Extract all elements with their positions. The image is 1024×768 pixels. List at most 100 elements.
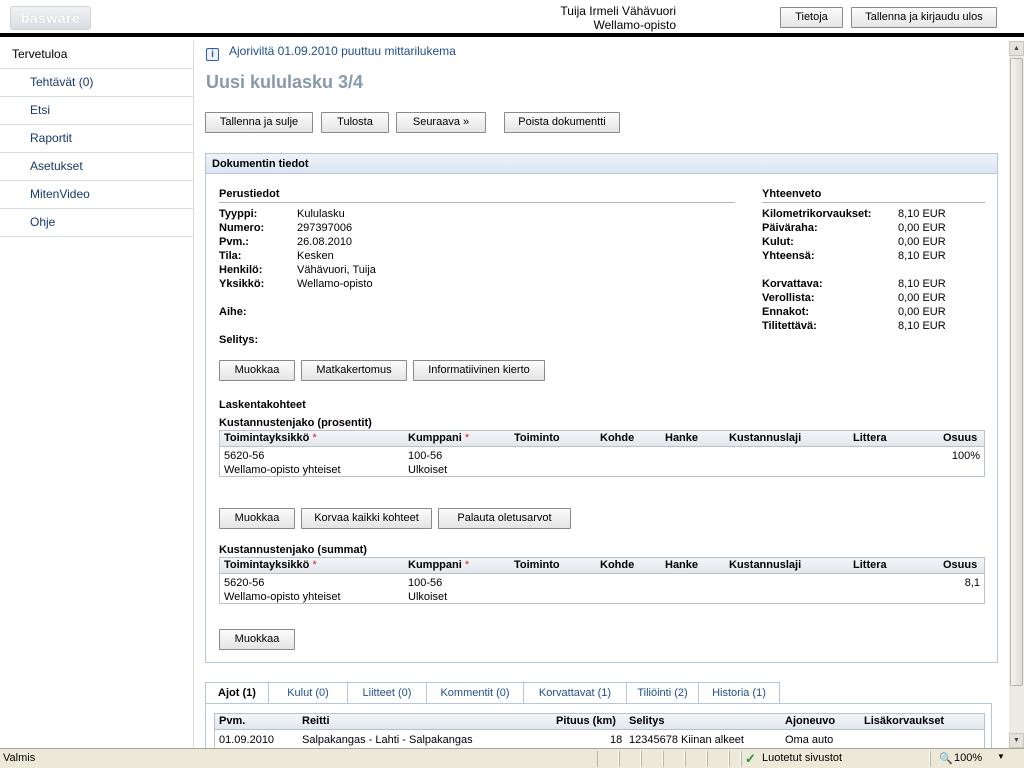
scroll-down-icon[interactable]: ▼ [1009, 733, 1024, 748]
unit-label: Yksikkö: [219, 278, 265, 290]
zoom-control[interactable]: 🔍 100% ▼ [930, 751, 1024, 767]
summary-divider [762, 202, 985, 203]
percent-split-table: Toimintayksikkö * Kumppani * Toiminto Ko… [219, 430, 985, 477]
nav-settings[interactable]: Asetukset [0, 153, 193, 181]
col-function: Toiminto [514, 432, 560, 444]
chevron-down-icon: ▼ [997, 752, 1005, 761]
nav-tasks[interactable]: Tehtävät (0) [0, 69, 193, 97]
zoom-level: 100% [954, 752, 983, 764]
col-target: Kohde [600, 559, 635, 571]
col-function: Toiminto [514, 559, 560, 571]
row-unit-code: 5620-56 [224, 450, 265, 462]
user-info: Tuija Irmeli Vähävuori Wellamo-opisto [560, 4, 676, 32]
status-cell [729, 751, 741, 767]
row-partner-name: Ulkoiset [408, 591, 448, 603]
trip-route: Salpakangas - Lahti - Salpakangas [302, 734, 473, 746]
row-partner-code: 100-56 [408, 577, 443, 589]
trips-table: Pvm. Reitti Pituus (km) Selitys Ajoneuvo… [214, 713, 985, 748]
travel-report-button[interactable]: Matkakertomus [301, 360, 407, 381]
col-project: Hanke [665, 432, 699, 444]
document-details-panel: Dokumentin tiedot Perustiedot Tyyppi: Ku… [205, 153, 998, 663]
status-text: Valmis [3, 752, 36, 764]
tab-trips[interactable]: Ajot (1) [205, 682, 269, 704]
total-label: Yhteensä: [762, 250, 815, 262]
expenses-label: Kulut: [762, 236, 794, 248]
vertical-scrollbar[interactable]: ▲ ▼ [1009, 41, 1024, 748]
edit-basic-info-button[interactable]: Muokkaa [219, 360, 295, 381]
notice: i Ajoriviltä 01.09.2010 puuttuu mittarilu… [206, 43, 456, 61]
date-value: 26.08.2010 [297, 236, 353, 248]
tab-accounting[interactable]: Tiliöinti (2) [626, 682, 699, 704]
status-label: Tila: [219, 250, 242, 262]
row-share: 100% [951, 450, 980, 462]
nav-home[interactable]: Tervetuloa [0, 41, 193, 69]
col-littera: Littera [853, 432, 887, 444]
zone-label: Luotetut sivustot [762, 752, 843, 764]
col-project: Hanke [665, 559, 699, 571]
security-zone[interactable]: ✓ Luotetut sivustot [741, 751, 930, 767]
col-unit: Toimintayksikkö * [224, 559, 317, 571]
informative-circulation-button[interactable]: Informatiivinen kierto [413, 360, 545, 381]
nav-search[interactable]: Etsi [0, 97, 193, 125]
save-and-close-button[interactable]: Tallenna ja sulje [205, 112, 313, 133]
left-navigation: Tervetuloa Tehtävät (0) Etsi Raportit As… [0, 41, 194, 748]
page-title: Uusi kululasku 3/4 [206, 72, 364, 92]
col-share: Osuus [943, 432, 978, 444]
col-extra: Lisäkorvaukset [864, 715, 945, 727]
status-value: Kesken [297, 250, 334, 262]
scrollbar-thumb[interactable] [1010, 58, 1023, 686]
number-value: 297397006 [297, 222, 353, 234]
advances-label: Ennakot: [762, 306, 810, 318]
status-cell [597, 751, 619, 767]
trips-header: Pvm. Reitti Pituus (km) Selitys Ajoneuvo… [215, 714, 984, 730]
detail-tabs: Ajot (1) Kulut (0) Liitteet (0) Kommenti… [205, 682, 992, 704]
tab-reimbursables[interactable]: Korvattavat (1) [523, 682, 627, 704]
browser-status-bar: Valmis ✓ Luotetut sivustot 🔍 100% ▼ [0, 748, 1024, 768]
next-button[interactable]: Seuraava » [396, 112, 486, 133]
scroll-up-icon[interactable]: ▲ [1009, 41, 1024, 56]
trip-length: 18 [610, 734, 623, 746]
app-header: basware Tuija Irmeli Vähävuori Wellamo-o… [0, 0, 1024, 37]
sum-split-header: Toimintayksikkö * Kumppani * Toiminto Ko… [220, 558, 984, 574]
row-partner-code: 100-56 [408, 450, 443, 462]
col-partner: Kumppani * [408, 559, 470, 571]
edit-sum-split-button[interactable]: Muokkaa [219, 629, 295, 650]
tab-history[interactable]: Historia (1) [698, 682, 780, 704]
status-cell [663, 751, 685, 767]
save-and-logout-button[interactable]: Tallenna ja kirjaudu ulos [851, 7, 997, 28]
nav-help[interactable]: Ohje [0, 209, 193, 237]
nav-video-help[interactable]: MitenVideo [0, 181, 193, 209]
sum-split-table: Toimintayksikkö * Kumppani * Toiminto Ko… [219, 557, 985, 604]
nav-reports[interactable]: Raportit [0, 125, 193, 153]
status-cell [619, 751, 641, 767]
restore-defaults-button[interactable]: Palauta oletusarvot [438, 508, 571, 529]
tab-expenses[interactable]: Kulut (0) [268, 682, 348, 704]
edit-percent-split-button[interactable]: Muokkaa [219, 508, 295, 529]
tab-attachments[interactable]: Liitteet (0) [347, 682, 427, 704]
col-explanation: Selitys [629, 715, 665, 727]
replace-all-objects-button[interactable]: Korvaa kaikki kohteet [301, 508, 432, 529]
notice-text: Ajoriviltä 01.09.2010 puuttuu mittariluk… [229, 44, 456, 58]
print-button[interactable]: Tulosta [321, 112, 389, 133]
type-value: Kululasku [297, 208, 345, 220]
unit-value: Wellamo-opisto [297, 278, 373, 290]
row-unit-name: Wellamo-opisto yhteiset [224, 464, 341, 476]
basic-info-divider [219, 202, 735, 203]
row-unit-name: Wellamo-opisto yhteiset [224, 591, 341, 603]
date-label: Pvm.: [219, 236, 249, 248]
zoom-icon: 🔍 [939, 753, 953, 765]
explanation-label: Selitys: [219, 334, 259, 346]
expenses-value: 0,00 EUR [898, 236, 946, 248]
col-date: Pvm. [219, 715, 246, 727]
delete-document-button[interactable]: Poista dokumentti [504, 112, 620, 133]
col-target: Kohde [600, 432, 635, 444]
summary-title: Yhteenveto [762, 188, 822, 200]
col-cost-type: Kustannuslaji [729, 559, 802, 571]
payable-value: 8,10 EUR [898, 320, 946, 332]
tab-comments[interactable]: Kommentit (0) [426, 682, 524, 704]
status-cell [707, 751, 729, 767]
trip-vehicle: Oma auto [785, 734, 834, 746]
row-partner-name: Ulkoiset [408, 464, 448, 476]
user-name: Tuija Irmeli Vähävuori [560, 4, 676, 18]
about-button[interactable]: Tietoja [780, 7, 843, 28]
